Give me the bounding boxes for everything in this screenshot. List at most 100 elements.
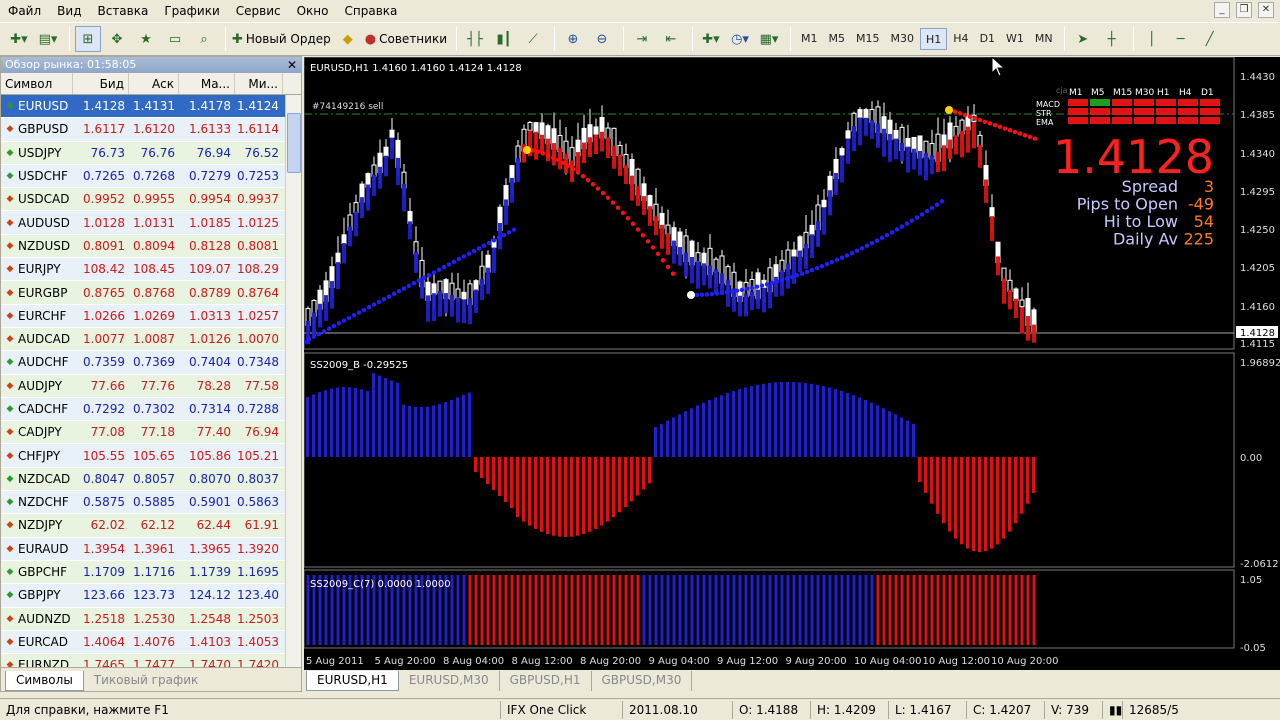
tester-icon[interactable]: ⌕ — [191, 26, 217, 52]
tf-mn[interactable]: MN — [1030, 28, 1058, 50]
new-order-button[interactable]: ✚ Новый Ордер — [231, 26, 332, 52]
market-watch-row[interactable]: ◆ NZDJPY 62.02 62.12 62.44 61.91 — [1, 514, 301, 538]
tf-m30[interactable]: M30 — [886, 28, 920, 50]
market-watch-row[interactable]: ◆ USDCHF 0.7265 0.7268 0.7279 0.7253 — [1, 164, 301, 189]
market-watch-row[interactable]: ◆ EURCHF 1.0266 1.0269 1.0313 1.0257 — [1, 304, 301, 328]
market-watch-row[interactable]: ◆ NZDUSD 0.8091 0.8094 0.8128 0.8081 — [1, 234, 301, 259]
bid-cell: 0.8765 — [83, 285, 125, 300]
market-watch-row[interactable]: ◆ USDCAD 0.9952 0.9955 0.9954 0.9937 — [1, 188, 301, 212]
market-watch-row[interactable]: ◆ CHFJPY 105.55 105.65 105.86 105.21 — [1, 444, 301, 468]
vertical-line-icon[interactable]: │ — [1139, 26, 1165, 52]
min-cell: 0.8037 — [237, 471, 279, 486]
tf-m1[interactable]: M1 — [796, 28, 823, 50]
candle-chart-icon[interactable]: ▮┃ — [491, 26, 517, 52]
menu-charts[interactable]: Графики — [156, 0, 227, 22]
close-icon[interactable]: ✕ — [1258, 2, 1274, 18]
col-max[interactable]: Ма... — [179, 73, 235, 94]
zoom-in-icon[interactable]: ⊕ — [560, 26, 586, 52]
menu-help[interactable]: Справка — [337, 0, 406, 22]
price-down-icon: ◆ — [6, 636, 14, 647]
market-watch-row[interactable]: ◆ AUDJPY 77.66 77.76 78.28 77.58 — [1, 374, 301, 398]
market-watch-row[interactable]: ◆ GBPCHF 1.1709 1.1716 1.1739 1.1695 — [1, 560, 301, 585]
symbol-name: EURAUD — [18, 541, 69, 556]
cursor-icon[interactable]: ➤ — [1070, 26, 1096, 52]
tf-h1[interactable]: H1 — [920, 28, 948, 50]
market-watch-row[interactable]: ◆ AUDCHF 0.7359 0.7369 0.7404 0.7348 — [1, 351, 301, 375]
market-watch-row[interactable]: ◆ EURAUD 1.3954 1.3961 1.3965 1.3920 — [1, 537, 301, 561]
menu-window[interactable]: Окно — [289, 0, 337, 22]
terminal-icon[interactable]: ▭ — [162, 26, 188, 52]
menu-view[interactable]: Вид — [49, 0, 89, 22]
stop-dot — [476, 246, 482, 251]
tf-d1[interactable]: D1 — [975, 28, 1000, 50]
market-watch-row[interactable]: ◆ CADCHF 0.7292 0.7302 0.7314 0.7288 — [1, 397, 301, 422]
new-chart-icon[interactable]: ✚▾ — [6, 26, 32, 52]
market-watch-row[interactable]: ◆ AUDCAD 1.0077 1.0087 1.0126 1.0070 — [1, 327, 301, 352]
tab-symbols[interactable]: Символы — [5, 671, 84, 691]
market-watch-icon[interactable]: ⊞ — [75, 26, 101, 52]
col-min[interactable]: Ми... — [235, 73, 283, 94]
bar-chart-icon[interactable]: ┤├ — [462, 26, 488, 52]
candle-body — [341, 234, 347, 244]
menu-insert[interactable]: Вставка — [89, 0, 156, 22]
advisors-button[interactable]: ● Советники — [364, 26, 448, 52]
profiles-icon[interactable]: ▤▾ — [35, 26, 61, 52]
market-watch-row[interactable]: ◆ EURGBP 0.8765 0.8768 0.8789 0.8764 — [1, 281, 301, 305]
menu-tools[interactable]: Сервис — [228, 0, 289, 22]
chart-tab-gbpusd-m30[interactable]: GBPUSD,M30 — [592, 671, 693, 691]
templates-icon[interactable]: ▦▾ — [756, 26, 782, 52]
status-profile[interactable]: IFX One Click Trading — [500, 700, 622, 719]
market-watch-row[interactable]: ◆ EURCAD 1.4064 1.4076 1.4103 1.4053 — [1, 630, 301, 655]
market-watch-row[interactable]: ◆ EURJPY 108.42 108.45 109.07 108.29 — [1, 258, 301, 282]
scrollbar-thumb[interactable] — [287, 113, 301, 173]
scrollbar[interactable] — [285, 95, 301, 667]
col-bid[interactable]: Бид — [73, 73, 129, 94]
histogram-bar — [516, 457, 519, 518]
tab-tick-chart[interactable]: Тиковый график — [84, 671, 208, 691]
tf-w1[interactable]: W1 — [1001, 28, 1029, 50]
autoscroll-icon[interactable]: ⇥ — [629, 26, 655, 52]
menu-file[interactable]: Файл — [0, 0, 49, 22]
chart-tab-gbpusd-h1[interactable]: GBPUSD,H1 — [500, 671, 592, 691]
market-watch-row[interactable]: ◆ EURUSD 1.4128 1.4131 1.4178 1.4124 — [1, 95, 301, 119]
stop-dot — [704, 292, 710, 297]
tf-m5[interactable]: M5 — [824, 28, 851, 50]
market-watch-row[interactable]: ◆ GBPUSD 1.6117 1.6120 1.6133 1.6114 — [1, 118, 301, 142]
horizontal-line-icon[interactable]: ─ — [1168, 26, 1194, 52]
market-watch-row[interactable]: ◆ AUDNZD 1.2518 1.2530 1.2548 1.2503 — [1, 607, 301, 631]
navigator-icon[interactable]: ★ — [133, 26, 159, 52]
trendline-icon[interactable]: ╱ — [1197, 26, 1223, 52]
tf-m15[interactable]: M15 — [851, 28, 885, 50]
zoom-out-icon[interactable]: ⊖ — [589, 26, 615, 52]
data-window-icon[interactable]: ✥ — [104, 26, 130, 52]
market-watch-row[interactable]: ◆ EURNZD 1.7465 1.7477 1.7470 1.7420 — [1, 654, 301, 667]
market-watch-row[interactable]: ◆ CADJPY 77.08 77.18 77.40 76.94 — [1, 421, 301, 445]
market-watch-row[interactable]: ◆ NZDCAD 0.8047 0.8057 0.8070 0.8037 — [1, 467, 301, 492]
minimize-icon[interactable]: _ — [1214, 2, 1230, 18]
line-chart-icon[interactable]: ⟋ — [520, 26, 546, 52]
chart-tab-eurusd-h1[interactable]: EURUSD,H1 — [306, 671, 399, 691]
close-icon[interactable]: ✕ — [287, 57, 297, 73]
histogram-bar — [480, 457, 483, 478]
restore-icon[interactable]: ❐ — [1236, 2, 1252, 18]
market-watch-row[interactable]: ◆ GBPJPY 123.66 123.73 124.12 123.40 — [1, 584, 301, 608]
market-watch-title: Обзор рынка: 01:58:05 ✕ — [1, 57, 301, 73]
metaeditor-icon[interactable]: ◆ — [335, 26, 361, 52]
indicators-icon[interactable]: ✚▾ — [698, 26, 724, 52]
bid-cell: 0.7359 — [83, 355, 125, 370]
col-ask[interactable]: Аск — [129, 73, 179, 94]
tf-h4[interactable]: H4 — [948, 28, 973, 50]
trend-bar — [870, 119, 874, 139]
chart-tab-eurusd-m30[interactable]: EURUSD,M30 — [399, 671, 500, 691]
market-watch-row[interactable]: ◆ NZDCHF 0.5875 0.5885 0.5901 0.5863 — [1, 491, 301, 515]
chart-window[interactable]: 1.4430 1.4385 1.4340 1.4295 1.4250 1.4205 1.41… — [304, 57, 1280, 670]
market-watch-row[interactable]: ◆ USDJPY 76.73 76.76 76.94 76.52 — [1, 141, 301, 165]
trend-bar — [864, 117, 868, 136]
periods-icon[interactable]: ◷▾ — [727, 26, 753, 52]
col-symbol[interactable]: Символ — [1, 73, 73, 94]
crosshair-icon[interactable]: ┼ — [1099, 26, 1125, 52]
min-cell: 77.58 — [244, 378, 279, 393]
chart-shift-icon[interactable]: ⇤ — [658, 26, 684, 52]
market-watch-row[interactable]: ◆ AUDUSD 1.0128 1.0131 1.0185 1.0125 — [1, 211, 301, 235]
symbol-cell: ◆ EURAUD — [1, 542, 73, 556]
